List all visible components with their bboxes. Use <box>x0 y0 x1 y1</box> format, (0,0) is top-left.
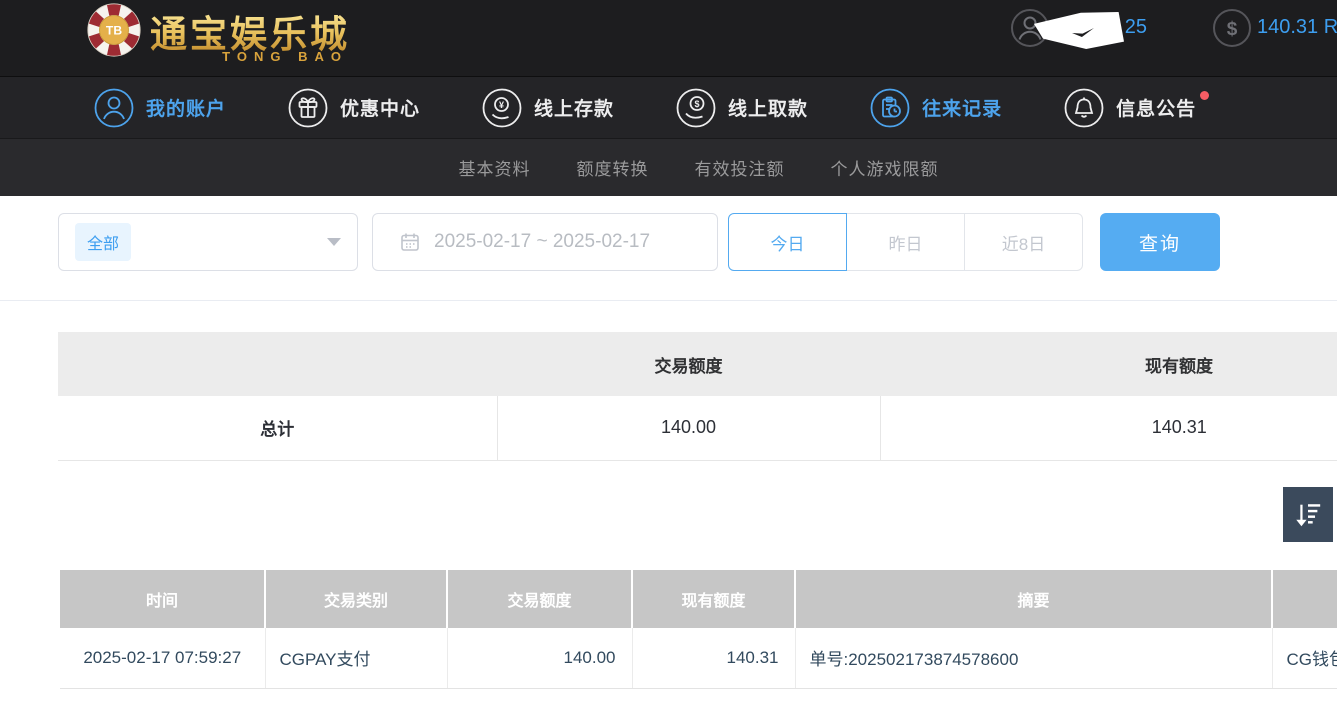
records-header-time: 时间 <box>60 570 265 628</box>
date-range-value: 2025-02-17 ~ 2025-02-17 <box>434 231 650 253</box>
type-filter-select[interactable]: 全部 <box>58 213 358 271</box>
balance-text: 140.31 R <box>1257 16 1337 39</box>
date-range-input[interactable]: 2025-02-17 ~ 2025-02-17 <box>372 213 718 271</box>
summary-table: 交易额度 现有额度 总计 140.00 140.31 <box>58 332 1337 461</box>
subnav-item-valid-bets[interactable]: 有效投注额 <box>695 155 785 180</box>
cell-type: CGPAY支付 <box>265 628 447 688</box>
nav-label: 往来记录 <box>922 94 1002 121</box>
main-nav: 我的账户 优惠中心 ¥ 线上存款 $ 线上取款 <box>0 76 1337 138</box>
deposit-icon: ¥ <box>482 88 522 128</box>
records-icon <box>870 88 910 128</box>
records-table: 时间 交易类别 交易额度 现有额度 摘要 备注 2025-02-17 07:59… <box>60 570 1337 689</box>
nav-item-deposit[interactable]: ¥ 线上存款 <box>482 88 614 128</box>
nav-item-promotions[interactable]: 优惠中心 <box>288 88 420 128</box>
summary-total-label: 总计 <box>58 396 497 460</box>
nav-label: 线上存款 <box>534 94 614 121</box>
brand-subtitle: TONG BAO <box>222 49 348 64</box>
subnav-item-game-limits[interactable]: 个人游戏限额 <box>831 155 939 180</box>
chevron-down-icon <box>327 238 341 246</box>
records-header-balance: 现有额度 <box>632 570 795 628</box>
query-button[interactable]: 查询 <box>1100 213 1220 271</box>
sort-descending-icon <box>1293 499 1323 531</box>
sort-descending-button[interactable] <box>1283 487 1333 542</box>
summary-current-balance: 140.31 <box>880 396 1337 460</box>
nav-label: 优惠中心 <box>340 94 420 121</box>
summary-total-row: 总计 140.00 140.31 <box>58 396 1337 460</box>
cell-remark: CG钱包 <box>1272 628 1337 688</box>
sub-nav: 基本资料 额度转换 有效投注额 个人游戏限额 <box>0 138 1337 196</box>
calendar-icon <box>399 231 421 253</box>
today-button[interactable]: 今日 <box>728 213 847 271</box>
cell-summary: 单号:202502173874578600 <box>795 628 1272 688</box>
top-bar: TB 通宝娱乐城 TONG BAO 25 $ 140.31 R <box>0 0 1337 76</box>
account-icon <box>94 88 134 128</box>
summary-header-transaction-amount: 交易额度 <box>497 332 880 396</box>
type-filter-value: 全部 <box>75 223 131 261</box>
nav-label: 线上取款 <box>728 94 808 121</box>
cell-amount: 140.00 <box>447 628 632 688</box>
notification-dot <box>1200 91 1209 100</box>
records-header-remark: 备注 <box>1272 570 1337 628</box>
records-header-amount: 交易额度 <box>447 570 632 628</box>
bell-icon <box>1064 88 1104 128</box>
balance-suffix: R <box>1324 16 1337 38</box>
records-header-type: 交易类别 <box>265 570 447 628</box>
table-row: 2025-02-17 07:59:27 CGPAY支付 140.00 140.3… <box>60 628 1337 688</box>
site-logo[interactable]: TB 通宝娱乐城 TONG BAO <box>86 2 350 58</box>
gift-icon <box>288 88 328 128</box>
summary-header-empty <box>58 332 497 396</box>
nav-item-records[interactable]: 往来记录 <box>870 88 1002 128</box>
summary-header-row: 交易额度 现有额度 <box>58 332 1337 396</box>
summary-transaction-amount: 140.00 <box>497 396 880 460</box>
svg-text:¥: ¥ <box>499 100 504 110</box>
cell-time: 2025-02-17 07:59:27 <box>60 628 265 688</box>
nav-label: 我的账户 <box>146 94 226 121</box>
nav-item-announcements[interactable]: 信息公告 <box>1064 88 1196 128</box>
section-divider <box>0 300 1337 301</box>
svg-text:$: $ <box>1227 19 1238 40</box>
cell-balance: 140.31 <box>632 628 795 688</box>
poker-chip-icon: TB <box>86 2 142 58</box>
nav-item-withdraw[interactable]: $ 线上取款 <box>676 88 808 128</box>
records-header-summary: 摘要 <box>795 570 1272 628</box>
summary-header-current-balance: 现有额度 <box>880 332 1337 396</box>
subnav-item-credit-transfer[interactable]: 额度转换 <box>577 155 649 180</box>
quick-range-group: 今日 昨日 近8日 <box>728 213 1083 271</box>
balance-dollar-icon: $ <box>1212 8 1252 48</box>
svg-text:$: $ <box>695 99 700 109</box>
chip-text: TB <box>106 24 122 38</box>
yesterday-button[interactable]: 昨日 <box>846 213 965 271</box>
last-8-days-button[interactable]: 近8日 <box>964 213 1083 271</box>
records-header-row: 时间 交易类别 交易额度 现有额度 摘要 备注 <box>60 570 1337 628</box>
subnav-item-profile[interactable]: 基本资料 <box>459 155 531 180</box>
nav-item-my-account[interactable]: 我的账户 <box>94 88 226 128</box>
nav-label: 信息公告 <box>1116 94 1196 121</box>
withdraw-icon: $ <box>676 88 716 128</box>
